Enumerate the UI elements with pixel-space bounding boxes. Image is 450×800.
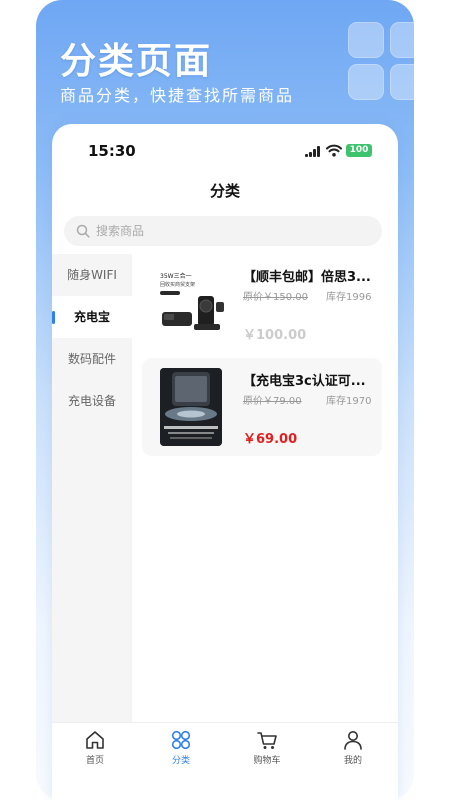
product-name: 【充电宝3c认证可... <box>243 374 366 389</box>
tab-label: 分类 <box>171 756 190 766</box>
tab-category[interactable]: 分类 <box>138 723 224 773</box>
wifi-icon <box>326 144 342 157</box>
phone-screen: 15:30 100 分类 随身WIFI 充电宝 数码配件 充电设备 <box>52 124 398 800</box>
category-sidebar: 随身WIFI 充电宝 数码配件 充电设备 <box>52 254 132 722</box>
signal-icon <box>305 146 323 157</box>
product-card[interactable]: 35W三合一 回收买商贸支架 【顺丰包邮】倍思3... 原价￥150.00 库存… <box>142 254 382 352</box>
category-item-digital-accessories[interactable]: 数码配件 <box>52 338 132 380</box>
product-list: 35W三合一 回收买商贸支架 【顺丰包邮】倍思3... 原价￥150.00 库存… <box>142 254 382 462</box>
svg-text:35W三合一: 35W三合一 <box>160 272 192 280</box>
search-icon <box>76 224 90 238</box>
original-price: 原价￥150.00 <box>243 292 308 303</box>
cart-icon <box>257 732 277 749</box>
tab-bar: 首页 分类 购物车 我的 <box>52 722 398 800</box>
svg-text:回收买商贸支架: 回收买商贸支架 <box>160 281 195 288</box>
search-input[interactable] <box>96 216 366 246</box>
home-icon <box>86 731 104 749</box>
price: ￥69.00 <box>243 432 298 447</box>
status-time: 15:30 <box>88 142 136 160</box>
promo-title: 分类页面 <box>60 41 213 82</box>
product-image <box>160 368 222 446</box>
stock-count: 库存1996 <box>326 292 372 303</box>
user-icon <box>344 731 362 750</box>
product-image: 35W三合一 回收买商贸支架 <box>154 264 232 342</box>
tab-label: 首页 <box>85 756 104 766</box>
category-icon <box>171 730 191 750</box>
tab-home[interactable]: 首页 <box>52 723 138 773</box>
original-price: 原价￥79.00 <box>243 396 302 407</box>
status-bar: 15:30 100 <box>52 124 398 174</box>
promo-subtitle: 商品分类，快捷查找所需商品 <box>60 86 295 105</box>
tab-profile[interactable]: 我的 <box>310 723 396 773</box>
search-bar[interactable] <box>64 216 382 246</box>
price: ￥100.00 <box>243 328 307 343</box>
tab-label: 我的 <box>343 756 362 766</box>
grid-decoration-icon <box>348 22 414 102</box>
page-title: 分类 <box>209 182 240 200</box>
product-card[interactable]: 【充电宝3c认证可... 原价￥79.00 库存1970 ￥69.00 <box>142 358 382 456</box>
tab-cart[interactable]: 购物车 <box>224 723 310 773</box>
tab-label: 购物车 <box>253 756 281 766</box>
battery-icon: 100 <box>346 144 372 157</box>
product-name: 【顺丰包邮】倍思3... <box>243 270 371 285</box>
category-item-power-bank[interactable]: 充电宝 <box>52 296 132 338</box>
stock-count: 库存1970 <box>326 396 372 407</box>
category-item-charging-devices[interactable]: 充电设备 <box>52 380 132 422</box>
category-item-wifi[interactable]: 随身WIFI <box>52 254 132 296</box>
